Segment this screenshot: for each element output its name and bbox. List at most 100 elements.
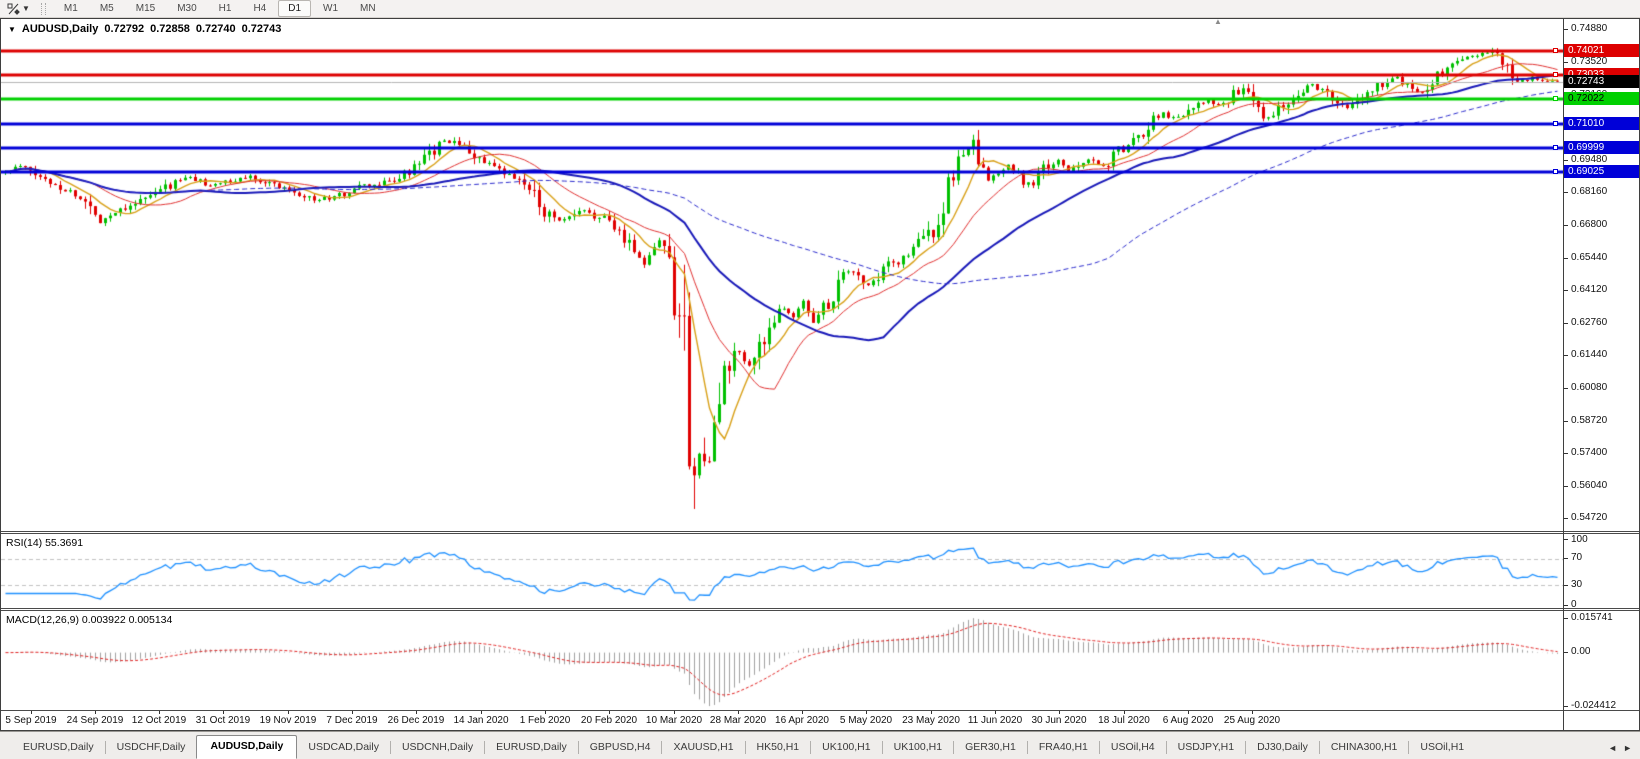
line-anchor-square[interactable] — [1553, 121, 1558, 126]
chart-tab-usoil-h4[interactable]: USOil,H4 — [1100, 737, 1166, 758]
date-axis[interactable]: 5 Sep 201924 Sep 201912 Oct 201931 Oct 2… — [1, 710, 1639, 730]
line-anchor-square[interactable] — [1553, 72, 1558, 77]
line-anchor-square[interactable] — [1553, 145, 1558, 150]
candlestick-chart[interactable] — [1, 19, 1563, 531]
chart-tab-xauusd-h1[interactable]: XAUUSD,H1 — [662, 737, 744, 758]
tab-scroll-left-icon[interactable]: ◄ — [1608, 743, 1617, 753]
y-axis-label: 0.64120 — [1571, 284, 1607, 295]
line-anchor-square[interactable] — [1553, 169, 1558, 174]
ohlc-low: 0.72740 — [196, 23, 236, 35]
chart-tab-eurusd-daily[interactable]: EURUSD,Daily — [12, 737, 105, 758]
chart-tab-usoil-h1[interactable]: USOil,H1 — [1409, 737, 1475, 758]
chart-tab-hk50-h1[interactable]: HK50,H1 — [746, 737, 811, 758]
timeframe-button-h4[interactable]: H4 — [243, 0, 276, 17]
chart-tab-china300-h1[interactable]: CHINA300,H1 — [1320, 737, 1409, 758]
chart-window: ▲ ▼ AUDUSD,Daily 0.72792 0.72858 0.72740… — [0, 18, 1640, 731]
x-axis-label: 14 Jan 2020 — [453, 715, 508, 726]
macd-pane: MACD(12,26,9) 0.003922 0.005134 0.015741… — [1, 611, 1639, 710]
x-axis-label: 31 Oct 2019 — [196, 715, 250, 726]
chart-tab-usdchf-daily[interactable]: USDCHF,Daily — [106, 737, 197, 758]
ohlc-open: 0.72792 — [104, 23, 144, 35]
x-axis-label: 26 Dec 2019 — [388, 715, 445, 726]
chart-symbol-label: AUDUSD,Daily — [22, 23, 98, 35]
price-tag-0.71010[interactable]: 0.71010 — [1564, 117, 1639, 130]
chart-tab-audusd-daily[interactable]: AUDUSD,Daily — [196, 735, 297, 759]
ohlc-high: 0.72858 — [150, 23, 190, 35]
x-axis-tickmark — [95, 711, 96, 714]
chart-title: ▼ AUDUSD,Daily 0.72792 0.72858 0.72740 0… — [8, 23, 281, 35]
rsi-axis-label: 100 — [1571, 534, 1588, 545]
toolbar-grip[interactable] — [41, 3, 46, 15]
x-axis-label: 28 Mar 2020 — [710, 715, 766, 726]
timeframe-button-mn[interactable]: MN — [350, 0, 386, 17]
price-tag-0.69999[interactable]: 0.69999 — [1564, 141, 1639, 154]
rsi-axis-label: 30 — [1571, 579, 1582, 590]
rsi-pane: RSI(14) 55.3691 10070300 — [1, 534, 1639, 608]
y-axis-label: 0.62760 — [1571, 317, 1607, 328]
chart-tab-gbpusd-h4[interactable]: GBPUSD,H4 — [579, 737, 662, 758]
y-axis-label: 0.66800 — [1571, 219, 1607, 230]
x-axis-tickmark — [674, 711, 675, 714]
tab-scroll-right-icon[interactable]: ► — [1623, 743, 1632, 753]
macd-axis-label: 0.00 — [1571, 646, 1590, 657]
y-axis-label: 0.65440 — [1571, 252, 1607, 263]
chart-tab-uk100-h1[interactable]: UK100,H1 — [883, 737, 953, 758]
y-axis-label: 0.58720 — [1571, 415, 1607, 426]
macd-axis-label: 0.015741 — [1571, 612, 1613, 623]
timeframe-button-w1[interactable]: W1 — [313, 0, 348, 17]
chart-tab-usdjpy-h1[interactable]: USDJPY,H1 — [1167, 737, 1245, 758]
x-axis-tickmark — [481, 711, 482, 714]
price-tag-0.72022[interactable]: 0.72022 — [1564, 92, 1639, 105]
ohlc-close: 0.72743 — [242, 23, 282, 35]
timeframe-button-m5[interactable]: M5 — [90, 0, 124, 17]
timeframe-button-m1[interactable]: M1 — [54, 0, 88, 17]
timeframe-button-m30[interactable]: M30 — [167, 0, 206, 17]
chart-tab-fra40-h1[interactable]: FRA40,H1 — [1028, 737, 1099, 758]
macd-chart[interactable] — [1, 611, 1563, 710]
x-axis-label: 5 Sep 2019 — [5, 715, 56, 726]
chart-tab-bar: EURUSD,DailyUSDCHF,DailyAUDUSD,DailyUSDC… — [0, 731, 1640, 759]
rsi-axis-label: 0 — [1571, 599, 1577, 610]
chart-tab-usdcnh-daily[interactable]: USDCNH,Daily — [391, 737, 484, 758]
indicators-menu-button[interactable]: ▼ — [3, 1, 34, 17]
chart-tab-eurusd-daily[interactable]: EURUSD,Daily — [485, 737, 578, 758]
y-axis-label: 0.68160 — [1571, 186, 1607, 197]
rsi-chart[interactable] — [1, 534, 1563, 608]
y-axis-label: 0.69480 — [1571, 154, 1607, 165]
timeframe-button-d1[interactable]: D1 — [278, 0, 311, 17]
x-axis-tickmark — [1252, 711, 1253, 714]
x-axis-label: 6 Aug 2020 — [1163, 715, 1214, 726]
x-axis-label: 30 Jun 2020 — [1031, 715, 1086, 726]
chart-tab-uk100-h1[interactable]: UK100,H1 — [811, 737, 881, 758]
x-axis-tickmark — [1188, 711, 1189, 714]
chart-shift-marker[interactable]: ▲ — [1214, 18, 1222, 26]
x-axis-label: 23 May 2020 — [902, 715, 960, 726]
indicators-icon — [7, 3, 20, 15]
chart-tab-dj30-daily[interactable]: DJ30,Daily — [1246, 737, 1319, 758]
line-anchor-square[interactable] — [1553, 48, 1558, 53]
chart-tab-usdcad-daily[interactable]: USDCAD,Daily — [297, 737, 390, 758]
rsi-label: RSI(14) 55.3691 — [6, 537, 83, 549]
macd-axis-label: -0.024412 — [1571, 700, 1616, 711]
chart-tab-ger30-h1[interactable]: GER30,H1 — [954, 737, 1027, 758]
timeframe-button-h1[interactable]: H1 — [209, 0, 242, 17]
collapse-caret-icon[interactable]: ▼ — [8, 25, 16, 34]
price-pane: ▼ AUDUSD,Daily 0.72792 0.72858 0.72740 0… — [1, 19, 1639, 531]
y-axis-label: 0.73520 — [1571, 56, 1607, 67]
price-tag-0.74021[interactable]: 0.74021 — [1564, 44, 1639, 57]
price-tag-0.69025[interactable]: 0.69025 — [1564, 165, 1639, 178]
x-axis-label: 12 Oct 2019 — [132, 715, 186, 726]
price-tag-0.72743[interactable]: 0.72743 — [1564, 75, 1639, 88]
line-anchor-square[interactable] — [1553, 96, 1558, 101]
x-axis-tickmark — [995, 711, 996, 714]
timeframe-buttons: M1M5M15M30H1H4D1W1MN — [53, 0, 387, 17]
timeframe-button-m15[interactable]: M15 — [126, 0, 165, 17]
x-axis-tickmark — [288, 711, 289, 714]
x-axis-label: 7 Dec 2019 — [326, 715, 377, 726]
macd-label: MACD(12,26,9) 0.003922 0.005134 — [6, 614, 172, 626]
x-axis-tickmark — [31, 711, 32, 714]
x-axis-tickmark — [223, 711, 224, 714]
x-axis-label: 5 May 2020 — [840, 715, 892, 726]
x-axis-label: 11 Jun 2020 — [968, 715, 1022, 726]
y-axis-label: 0.60080 — [1571, 382, 1607, 393]
